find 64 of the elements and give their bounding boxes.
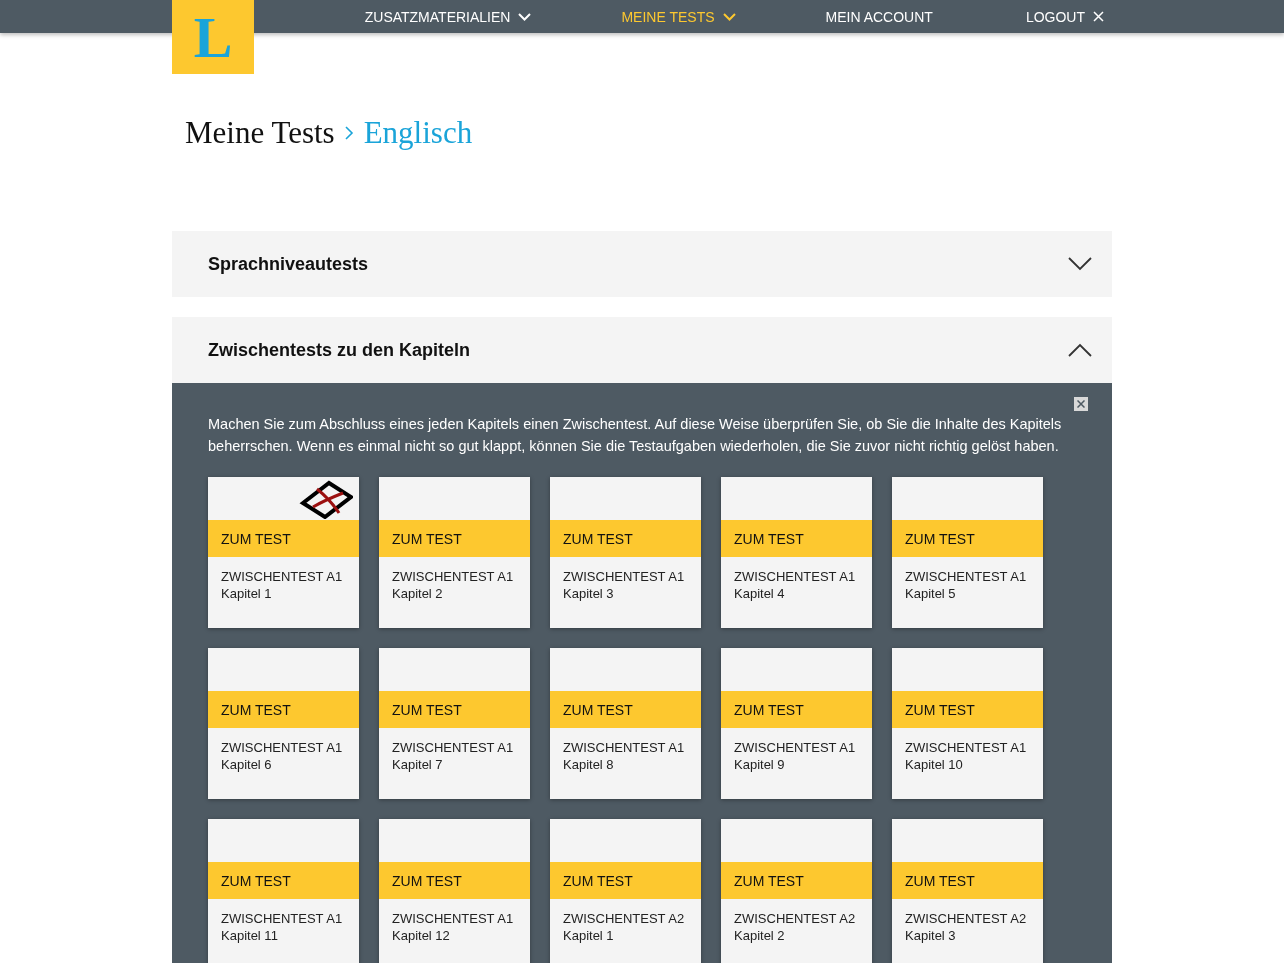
accordion-header[interactable]: Sprachniveautests: [172, 231, 1112, 297]
test-title: ZWISCHENTEST A1: [221, 739, 344, 756]
chapter-label: Kapitel 3: [905, 927, 957, 944]
chapter-label: Kapitel 12: [392, 927, 451, 944]
accordion-header[interactable]: Zwischentests zu den Kapiteln: [172, 317, 1112, 383]
start-test-button[interactable]: ZUM TEST: [892, 691, 1043, 728]
chapter-label: Kapitel 9: [734, 756, 786, 773]
chevron-down-icon: [722, 12, 736, 21]
chapter-label: Kapitel 10: [905, 756, 964, 773]
start-test-button[interactable]: ZUM TEST: [208, 691, 359, 728]
start-test-button[interactable]: ZUM TEST: [208, 862, 359, 899]
start-test-button[interactable]: ZUM TEST: [721, 520, 872, 557]
section-title: Zwischentests zu den Kapiteln: [208, 339, 471, 361]
start-test-button[interactable]: ZUM TEST: [379, 691, 530, 728]
chapter-label: Kapitel 2: [392, 585, 444, 602]
test-title: ZWISCHENTEST A1: [905, 739, 1028, 756]
nav-link[interactable]: ZUSATZMATERIALIEN: [364, 0, 532, 33]
chapter-label: Kapitel 7: [392, 756, 444, 773]
test-title: ZWISCHENTEST A1: [563, 739, 686, 756]
test-title: ZWISCHENTEST A2: [734, 910, 857, 927]
start-test-button[interactable]: ZUM TEST: [550, 691, 701, 728]
chevron-down-icon: [518, 12, 532, 21]
chapter-label: Kapitel 2: [734, 927, 786, 944]
test-title: ZWISCHENTEST A1: [392, 739, 515, 756]
test-title: ZWISCHENTEST A1: [392, 910, 515, 927]
chapter-label: Kapitel 5: [905, 585, 957, 602]
close-button[interactable]: [1074, 397, 1088, 411]
nav-link[interactable]: MEIN ACCOUNT: [825, 0, 933, 33]
test-title: ZWISCHENTEST A1: [221, 568, 344, 585]
test-title: ZWISCHENTEST A1: [221, 910, 344, 927]
start-test-button[interactable]: ZUM TEST: [721, 862, 872, 899]
nav-link[interactable]: MEINE TESTS: [621, 0, 736, 33]
intro-text: Machen Sie zum Abschluss eines jeden Kapitels einen Zwischentest. Auf diese Weise überprüfen Sie, ob Sie die Inhalte des Kapitels beherrschen. Wenn es einmal nicht so gut klappt, können Sie die Testaufgaben wiederholen, die Sie zuvor nicht richtig gelöst haben.: [208, 415, 1063, 456]
breadcrumb-current: Englisch: [363, 115, 473, 151]
chevron-down-icon: [1068, 257, 1092, 271]
start-test-button[interactable]: ZUM TEST: [892, 862, 1043, 899]
test-title: ZWISCHENTEST A1: [905, 568, 1028, 585]
section-title: Sprachniveautests: [208, 253, 369, 275]
test-title: ZWISCHENTEST A1: [392, 568, 515, 585]
test-title: ZWISCHENTEST A1: [734, 568, 857, 585]
start-test-button[interactable]: ZUM TEST: [892, 520, 1043, 557]
chapter-label: Kapitel 11: [221, 927, 279, 944]
start-test-button[interactable]: ZUM TEST: [379, 520, 530, 557]
test-title: ZWISCHENTEST A2: [563, 910, 686, 927]
breadcrumb-link[interactable]: Meine Tests: [185, 115, 335, 151]
chapter-label: Kapitel 1: [221, 585, 273, 602]
start-test-button[interactable]: ZUM TEST: [208, 520, 359, 557]
close-icon: [1093, 11, 1104, 22]
start-test-button[interactable]: ZUM TEST: [550, 862, 701, 899]
start-test-button[interactable]: ZUM TEST: [721, 691, 872, 728]
chapter-label: Kapitel 6: [221, 756, 273, 773]
close-icon: [1077, 400, 1085, 408]
chapter-label: Kapitel 1: [563, 927, 615, 944]
start-test-button[interactable]: ZUM TEST: [379, 862, 530, 899]
nav-link[interactable]: LOGOUT: [1025, 0, 1104, 33]
chapter-label: Kapitel 8: [563, 756, 615, 773]
test-title: ZWISCHENTEST A2: [905, 910, 1028, 927]
test-title: ZWISCHENTEST A1: [563, 568, 686, 585]
chevron-up-icon: [1068, 343, 1092, 357]
start-test-button[interactable]: ZUM TEST: [550, 520, 701, 557]
test-title: ZWISCHENTEST A1: [734, 739, 857, 756]
chapter-label: Kapitel 3: [563, 585, 615, 602]
chapter-label: Kapitel 4: [734, 585, 786, 602]
chevron-right-icon: [344, 126, 354, 140]
